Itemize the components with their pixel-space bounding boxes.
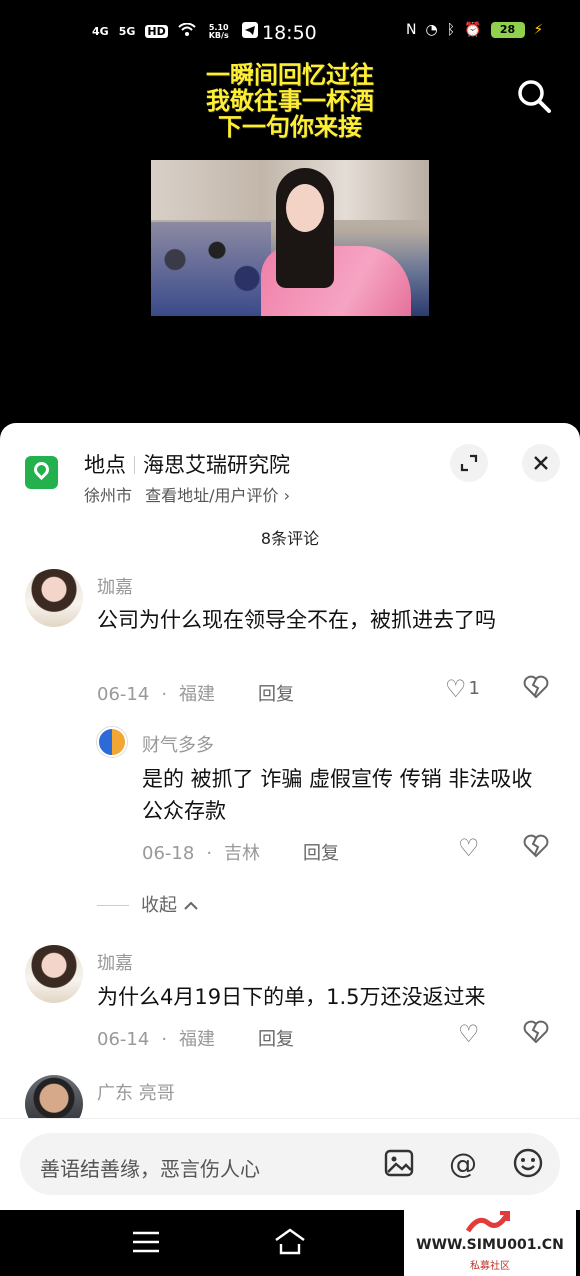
like-button[interactable]: ♡ [458, 834, 480, 862]
charging-icon: ⚡ [533, 22, 544, 38]
menu-icon[interactable] [128, 1224, 164, 1260]
clock: 18:50 [262, 22, 317, 44]
status-bar: 4G 5G HD 5.10 KB/s 18:50 N ◔ ᛒ ⏰ 28 ⚡ [0, 0, 580, 56]
collapse-replies-button[interactable]: 收起 [97, 891, 199, 917]
caption-line: 我敬往事一杯酒 [206, 87, 374, 115]
comment-region: 福建 [179, 1029, 216, 1050]
bluetooth-icon: ᛒ [446, 22, 456, 38]
watermark-site: WWW.SIMU001.CN [416, 1237, 564, 1253]
avatar[interactable] [25, 569, 83, 627]
comment-meta: 06-14 · 福建 [97, 1029, 216, 1050]
network-5g: 5G [118, 25, 136, 38]
location-pin-icon [25, 456, 58, 489]
reply-button[interactable]: 回复 [258, 680, 294, 706]
divider [134, 456, 135, 474]
heart-icon: ♡ [458, 834, 480, 862]
comment-date: 06-14 [97, 1029, 150, 1050]
search-icon[interactable] [514, 76, 554, 116]
home-icon[interactable] [272, 1224, 308, 1260]
location-name: 海思艾瑞研究院 [143, 453, 290, 477]
location-detail-link[interactable]: 查看地址/用户评价 › [145, 486, 290, 505]
location-city: 徐州市 [84, 486, 133, 505]
watermark-subtitle: 私募社区 [470, 1261, 510, 1272]
avatar[interactable] [97, 727, 127, 757]
thumbnail-crowd [151, 222, 271, 316]
image-icon[interactable] [382, 1147, 416, 1181]
comment-author[interactable]: 广东 亮哥 [97, 1079, 175, 1105]
network-4g: 4G [92, 25, 109, 38]
comment-input-bar: 善语结善缘，恶言伤人心 @ [0, 1118, 580, 1210]
reply-button[interactable]: 回复 [303, 839, 339, 865]
comment-date: 06-14 [97, 684, 150, 705]
location-title[interactable]: 地点 海思艾瑞研究院 [84, 449, 290, 479]
comment-text[interactable]: 是的 被抓了 诈骗 虚假宣传 传销 非法吸收公众存款 [142, 763, 542, 827]
broken-heart-icon[interactable] [523, 1020, 549, 1050]
heart-icon: ♡ [458, 1020, 480, 1048]
status-left: 4G 5G HD 5.10 KB/s [92, 22, 258, 41]
comment-meta: 06-14 · 福建 [97, 684, 216, 705]
network-speed: 5.10 KB/s [208, 22, 229, 40]
close-icon[interactable] [522, 444, 560, 482]
telegram-icon [241, 22, 258, 41]
location-subtitle: 徐州市 查看地址/用户评价 › [84, 482, 290, 506]
collapse-label: 收起 [141, 895, 177, 916]
comment-text[interactable]: 公司为什么现在领导全不在，被抓进去了吗 [97, 604, 537, 636]
comment-author[interactable]: 珈嘉 [97, 573, 133, 599]
hd-badge: HD [145, 25, 168, 38]
like-button[interactable]: ♡ 1 [445, 675, 480, 703]
comment-count: 8条评论 [260, 529, 320, 548]
video-thumbnail[interactable] [151, 160, 429, 316]
comment-region: 福建 [179, 684, 216, 705]
video-caption: 一瞬间回忆过往 我敬往事一杯酒 下一句你来接 [0, 62, 580, 140]
comment-meta: 06-18 · 吉林 [142, 843, 261, 864]
speedometer-icon: ◔ [425, 22, 438, 38]
thumbnail-person [261, 168, 411, 316]
comment-text[interactable]: 为什么4月19日下的单，1.5万还没返过来 [97, 981, 557, 1013]
comment-region: 吉林 [224, 843, 261, 864]
caption-line: 下一句你来接 [218, 113, 362, 141]
video-area[interactable]: 一瞬间回忆过往 我敬往事一杯酒 下一句你来接 [0, 56, 580, 426]
chevron-up-icon [183, 895, 199, 916]
heart-icon: ♡ [445, 675, 467, 703]
comment-input-placeholder: 善语结善缘，恶言伤人心 [40, 1157, 260, 1181]
battery-indicator: 28 [490, 22, 525, 38]
expand-icon[interactable] [450, 444, 488, 482]
reply-button[interactable]: 回复 [258, 1025, 294, 1051]
watermark-logo [464, 1209, 512, 1237]
comment-date: 06-18 [142, 843, 195, 864]
emoji-icon[interactable] [511, 1147, 545, 1181]
nfc-icon: N [406, 22, 417, 38]
comment-author[interactable]: 财气多多 [142, 731, 214, 757]
comment-sheet: 地点 海思艾瑞研究院 徐州市 查看地址/用户评价 › 8条评论 珈嘉 公司为什么现… [0, 423, 580, 1213]
like-count: 1 [468, 678, 480, 699]
comment-author[interactable]: 珈嘉 [97, 949, 133, 975]
location-label: 地点 [84, 453, 126, 477]
comment-input[interactable]: 善语结善缘，恶言伤人心 @ [20, 1133, 560, 1195]
like-button[interactable]: ♡ [458, 1020, 480, 1048]
alarm-icon: ⏰ [464, 22, 482, 38]
caption-line: 一瞬间回忆过往 [206, 61, 374, 89]
avatar[interactable] [25, 945, 83, 1003]
watermark: WWW.SIMU001.CN 私募社区 [404, 1207, 576, 1276]
wifi-icon [178, 22, 196, 41]
broken-heart-icon[interactable] [523, 675, 549, 705]
at-icon[interactable]: @ [446, 1147, 480, 1181]
broken-heart-icon[interactable] [523, 834, 549, 864]
status-right: N ◔ ᛒ ⏰ 28 ⚡ [406, 22, 543, 38]
